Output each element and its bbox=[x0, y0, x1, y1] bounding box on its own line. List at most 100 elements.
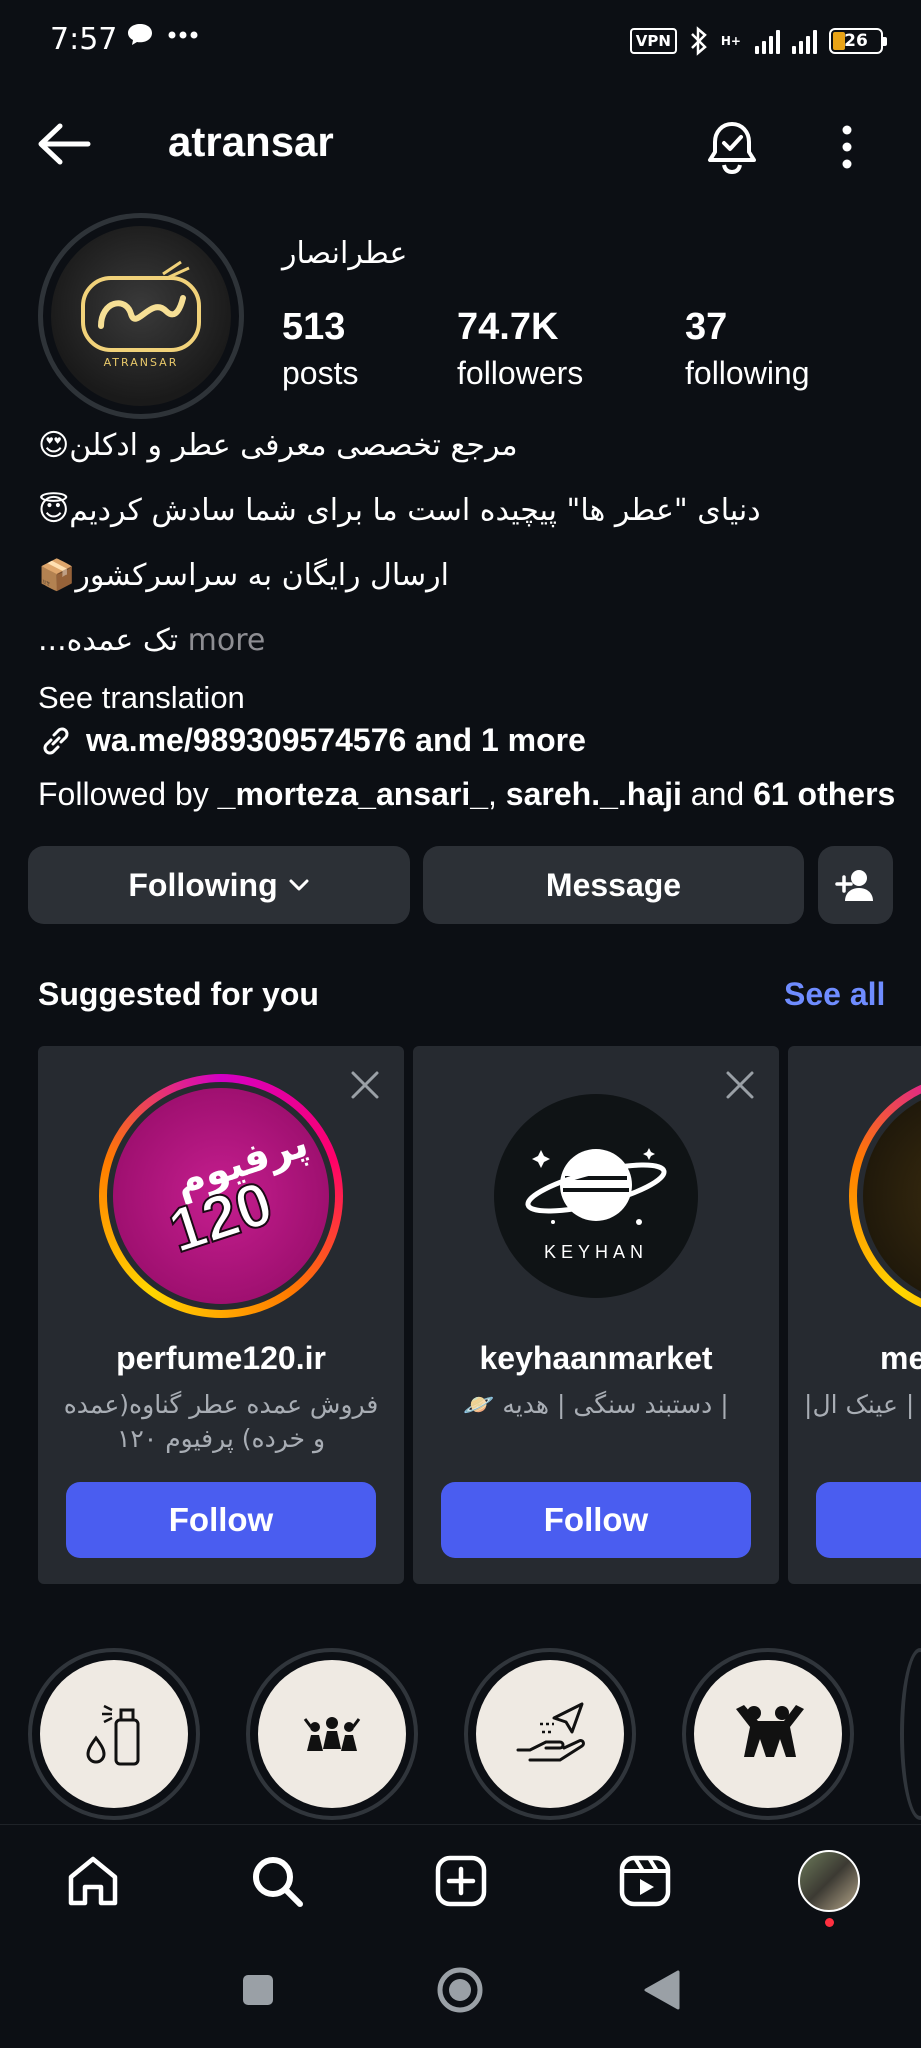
dismiss-suggestion-button[interactable] bbox=[348, 1068, 382, 1102]
nav-search-button[interactable] bbox=[246, 1850, 308, 1912]
suggestion-username[interactable]: keyhaanmarket bbox=[413, 1340, 779, 1377]
followed-by-and: and bbox=[681, 776, 754, 812]
profile-username: atransar bbox=[168, 118, 334, 165]
posts-stat[interactable]: 513 posts bbox=[282, 306, 358, 392]
notification-bell-icon bbox=[708, 122, 756, 175]
follow-button[interactable]: Follow bbox=[441, 1482, 751, 1558]
followed-by-prefix: Followed by bbox=[38, 776, 218, 812]
nav-home-button[interactable] bbox=[62, 1850, 124, 1912]
story-highlight[interactable] bbox=[682, 1648, 854, 1820]
followed-by-user-2: sareh._.haji bbox=[505, 776, 682, 812]
status-left-icons bbox=[126, 22, 198, 48]
see-translation-link[interactable]: See translation bbox=[38, 680, 245, 716]
close-icon bbox=[351, 1071, 379, 1099]
see-all-link[interactable]: See all bbox=[784, 976, 885, 1013]
search-icon bbox=[253, 1857, 303, 1907]
followed-by-user-1: _morteza_ansari_ bbox=[217, 776, 489, 812]
bio-line-4[interactable]: تک عمده... more bbox=[38, 623, 265, 658]
group-people-icon bbox=[303, 1717, 361, 1751]
posts-count: 513 bbox=[282, 306, 346, 348]
bio-more-link[interactable]: more bbox=[188, 623, 266, 658]
suggestion-avatar[interactable] bbox=[849, 1074, 921, 1318]
bio-line-3: ارسال رایگان به سراسرکشور📦 bbox=[38, 558, 449, 593]
following-count: 37 bbox=[685, 306, 728, 348]
posts-label: posts bbox=[282, 355, 359, 391]
add-user-icon bbox=[834, 870, 873, 901]
status-time: 7:57 bbox=[50, 22, 118, 57]
followers-stat[interactable]: 74.7K followers bbox=[457, 306, 583, 392]
dismiss-suggestion-button[interactable] bbox=[723, 1068, 757, 1102]
status-right-icons: VPN H+ 26 bbox=[629, 26, 887, 56]
chevron-down-icon bbox=[289, 879, 309, 891]
suggest-people-button[interactable] bbox=[818, 846, 893, 924]
followed-by-others: 61 others bbox=[753, 776, 896, 812]
reels-icon bbox=[619, 1855, 671, 1907]
story-highlight[interactable] bbox=[28, 1648, 200, 1820]
link-icon bbox=[43, 727, 69, 754]
perfume120-logo: پرفیوم 120 bbox=[113, 1088, 329, 1304]
perfume-spray-icon bbox=[86, 1704, 140, 1766]
people-cheering-icon bbox=[736, 1705, 804, 1757]
signal-2-icon bbox=[792, 28, 817, 54]
suggestion-card[interactable]: me بی | عینک ال| bbox=[788, 1046, 921, 1584]
home-icon bbox=[68, 1856, 118, 1906]
nav-create-button[interactable] bbox=[430, 1850, 492, 1912]
chat-bubble-icon bbox=[128, 24, 152, 45]
planet-icon bbox=[525, 1147, 667, 1225]
external-link-text: wa.me/989309574576 and 1 more bbox=[86, 722, 586, 758]
following-button[interactable]: Following bbox=[28, 846, 410, 924]
suggestion-subtitle: فروش عمده عطر گناوه(عمده و خرده) پرفیوم … bbox=[63, 1390, 379, 1453]
profile-header bbox=[0, 100, 921, 196]
avatar-logo-text: ATRANSAR bbox=[104, 356, 179, 369]
bio-line-4-text: تک عمده... bbox=[38, 623, 179, 658]
suggestion-username[interactable]: perfume120.ir bbox=[38, 1340, 404, 1377]
profile-full-name: عطرانصار bbox=[282, 236, 408, 271]
suggestion-card[interactable]: پرفیوم 120 perfume120.ir فروش عمده عطر گ… bbox=[38, 1046, 404, 1584]
create-post-icon bbox=[435, 1855, 487, 1907]
battery-icon: 26 bbox=[829, 28, 887, 54]
recent-apps-button[interactable] bbox=[240, 1972, 276, 2008]
close-icon bbox=[726, 1071, 754, 1099]
network-type: H+ bbox=[720, 34, 741, 48]
follow-button[interactable]: Follow bbox=[66, 1482, 376, 1558]
more-options-button[interactable] bbox=[830, 118, 864, 178]
notifications-button[interactable] bbox=[704, 118, 764, 178]
followed-by-sep: , bbox=[488, 776, 506, 812]
nav-profile-button[interactable] bbox=[798, 1850, 860, 1912]
keyhan-logo: KEYHAN bbox=[494, 1094, 698, 1298]
recent-apps-icon bbox=[243, 1975, 273, 2005]
system-back-button[interactable] bbox=[640, 1966, 684, 2014]
bio-line-1: مرجع تخصصی معرفی عطر و ادکلن😍 bbox=[38, 428, 518, 463]
following-label: following bbox=[685, 355, 810, 391]
message-button-label: Message bbox=[545, 866, 682, 903]
external-link[interactable]: wa.me/989309574576 and 1 more bbox=[38, 722, 586, 759]
back-arrow-icon bbox=[38, 123, 91, 165]
keyhan-logo-text: KEYHAN bbox=[543, 1241, 649, 1262]
back-triangle-icon bbox=[644, 1970, 680, 2010]
suggestion-card[interactable]: KEYHAN keyhaanmarket | دستبند سنگی | هدی… bbox=[413, 1046, 779, 1584]
following-button-label: Following bbox=[128, 866, 278, 903]
follow-button[interactable] bbox=[816, 1482, 921, 1558]
suggestion-avatar[interactable]: KEYHAN bbox=[474, 1074, 718, 1318]
followed-by-text[interactable]: Followed by _morteza_ansari_, sareh._.ha… bbox=[38, 776, 895, 813]
profile-avatar[interactable]: ATRANSAR bbox=[38, 213, 244, 419]
message-button[interactable]: Message bbox=[423, 846, 804, 924]
following-stat[interactable]: 37 following bbox=[685, 306, 810, 392]
vpn-badge: VPN bbox=[629, 28, 677, 54]
followers-label: followers bbox=[457, 355, 584, 391]
brand-logo-icon: ATRANSAR bbox=[81, 260, 201, 369]
suggestion-username[interactable]: me bbox=[880, 1340, 921, 1377]
bio-line-2: دنیای "عطر ها" پیچیده است ما برای شما سا… bbox=[38, 493, 761, 528]
signal-1-icon bbox=[755, 28, 780, 54]
back-button[interactable] bbox=[36, 122, 96, 174]
story-highlight[interactable] bbox=[246, 1648, 418, 1820]
battery-level: 26 bbox=[844, 31, 868, 51]
suggestion-avatar[interactable]: پرفیوم 120 bbox=[99, 1074, 343, 1318]
notification-dot bbox=[825, 1918, 834, 1927]
system-home-button[interactable] bbox=[436, 1966, 484, 2014]
story-highlight[interactable] bbox=[464, 1648, 636, 1820]
story-highlight[interactable] bbox=[900, 1648, 921, 1820]
suggested-title: Suggested for you bbox=[38, 976, 319, 1012]
ellipsis-icon bbox=[168, 31, 198, 39]
nav-reels-button[interactable] bbox=[614, 1850, 676, 1912]
